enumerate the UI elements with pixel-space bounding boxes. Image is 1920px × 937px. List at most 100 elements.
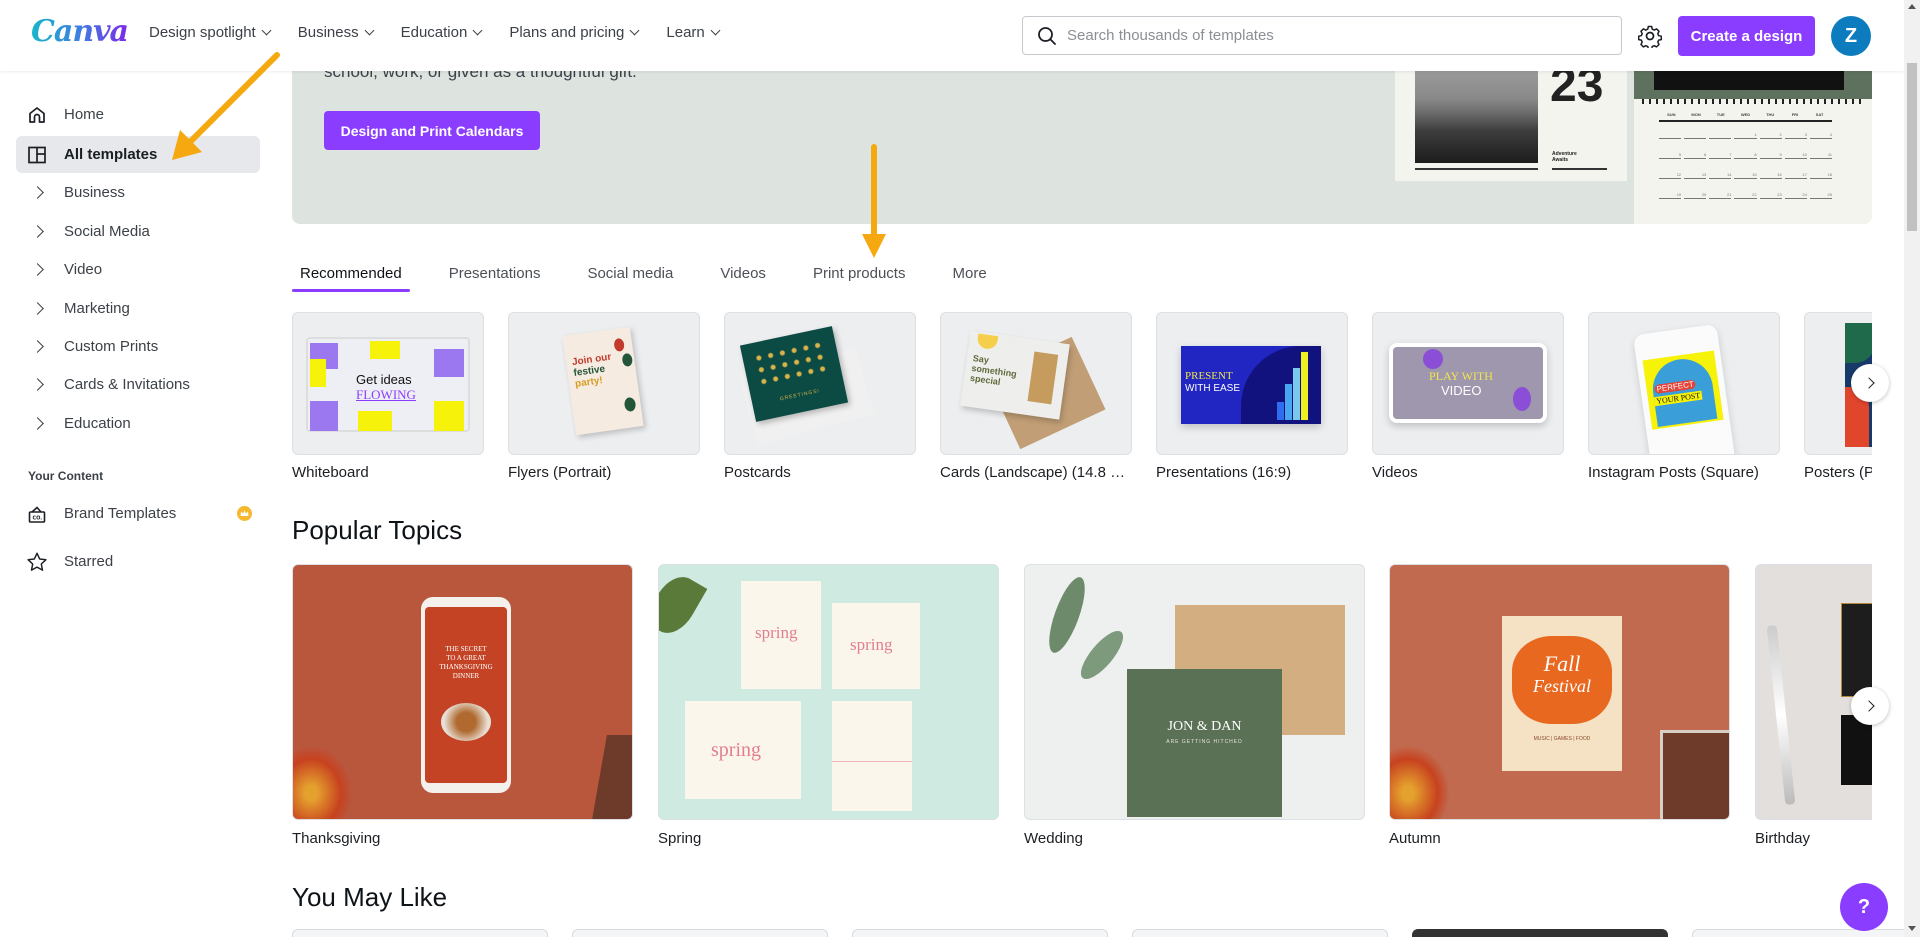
category-label[interactable]: Whiteboard bbox=[292, 464, 484, 481]
scroll-down-arrow-icon[interactable] bbox=[1908, 926, 1916, 931]
tab-presentations[interactable]: Presentations bbox=[441, 264, 549, 292]
tab-more[interactable]: More bbox=[944, 264, 994, 292]
sidebar-item-label: Brand Templates bbox=[64, 505, 177, 522]
topic-thumbnail[interactable]: THE SECRET TO A GREAT THANKSGIVING DINNE… bbox=[292, 564, 633, 820]
sidebar-item-custom-prints[interactable]: Custom Prints bbox=[16, 328, 260, 365]
create-design-button[interactable]: Create a design bbox=[1678, 16, 1815, 56]
nav-business[interactable]: Business bbox=[298, 24, 375, 41]
category-thumbnail[interactable]: PLAY WITH VIDEO bbox=[1372, 312, 1564, 455]
calendar-tagline: Adventure Awaits bbox=[1552, 151, 1577, 163]
sidebar-item-label: Education bbox=[64, 415, 131, 432]
calendar-date: 23 bbox=[1759, 192, 1782, 199]
category-thumbnail[interactable]: Join our festive party! bbox=[508, 312, 700, 455]
category-label[interactable]: Flyers (Portrait) bbox=[508, 464, 700, 481]
category-thumbnail[interactable]: Say something special bbox=[940, 312, 1132, 455]
calendar-date bbox=[1659, 132, 1682, 139]
suggestion-card[interactable] bbox=[1412, 929, 1668, 937]
topic-thumbnail[interactable]: JON & DAN ARE GETTING HITCHED bbox=[1024, 564, 1365, 820]
tab-social-media[interactable]: Social media bbox=[579, 264, 681, 292]
sidebar-item-label: Custom Prints bbox=[64, 338, 159, 355]
suggestion-card[interactable] bbox=[1692, 929, 1920, 937]
category-label[interactable]: Cards (Landscape) (14.8 × ... bbox=[940, 464, 1132, 481]
nav-label: Plans and pricing bbox=[509, 24, 625, 41]
topic-card-wedding[interactable]: JON & DAN ARE GETTING HITCHED Wedding bbox=[1024, 564, 1365, 847]
nav-education[interactable]: Education bbox=[401, 24, 483, 41]
category-card-instagram-posts[interactable]: PERFECT YOUR POST Instagram Posts (Squar… bbox=[1588, 312, 1780, 481]
category-label[interactable]: Videos bbox=[1372, 464, 1564, 481]
chevron-down-icon bbox=[710, 25, 721, 36]
topic-thumbnail[interactable]: spring spring spring bbox=[658, 564, 999, 820]
category-thumbnail[interactable]: Get ideas FLOWING bbox=[292, 312, 484, 455]
suggestion-card[interactable] bbox=[1132, 929, 1388, 937]
category-card-presentations[interactable]: PRESENT WITH EASE Presentations (16:9) bbox=[1156, 312, 1348, 481]
topic-label[interactable]: Thanksgiving bbox=[292, 830, 633, 847]
search-box[interactable] bbox=[1022, 16, 1622, 55]
category-card-flyers-portrait[interactable]: Join our festive party! Flyers (Portrait… bbox=[508, 312, 700, 481]
topic-label[interactable]: Wedding bbox=[1024, 830, 1365, 847]
sidebar-item-starred[interactable]: Starred bbox=[16, 543, 260, 580]
sidebar-item-all-templates[interactable]: All templates bbox=[16, 136, 260, 173]
calendar-date: 22 bbox=[1734, 192, 1757, 199]
spiral-binding bbox=[1642, 99, 1864, 104]
category-label[interactable]: Instagram Posts (Square) bbox=[1588, 464, 1780, 481]
help-button[interactable]: ? bbox=[1840, 883, 1888, 931]
category-thumbnail[interactable]: PRESENT WITH EASE bbox=[1156, 312, 1348, 455]
sidebar-item-education[interactable]: Education bbox=[16, 405, 260, 442]
thumb-text: TO A GREAT bbox=[446, 654, 486, 662]
category-card-cards-landscape[interactable]: Say something special Cards (Landscape) … bbox=[940, 312, 1132, 481]
sidebar-item-label: Business bbox=[64, 184, 125, 201]
suggestion-card[interactable] bbox=[852, 929, 1108, 937]
category-card-postcards[interactable]: GREETINGS! Postcards bbox=[724, 312, 916, 481]
categories-next-button[interactable] bbox=[1851, 364, 1889, 402]
calendar-weekday: TUE bbox=[1716, 112, 1725, 117]
sidebar-item-label: All templates bbox=[64, 146, 158, 163]
suggestion-card[interactable] bbox=[572, 929, 828, 937]
sidebar-item-social-media[interactable]: Social Media bbox=[16, 213, 260, 250]
category-label[interactable]: Postcards bbox=[724, 464, 916, 481]
scroll-up-arrow-icon[interactable] bbox=[1908, 4, 1916, 9]
tab-recommended[interactable]: Recommended bbox=[292, 264, 410, 292]
design-print-calendars-button[interactable]: Design and Print Calendars bbox=[324, 111, 540, 150]
sidebar-item-cards-invitations[interactable]: Cards & Invitations bbox=[16, 366, 260, 403]
topic-thumbnail[interactable]: Fall Festival MUSIC | GAMES | FOOD bbox=[1389, 564, 1730, 820]
topic-label[interactable]: Autumn bbox=[1389, 830, 1730, 847]
category-card-videos[interactable]: PLAY WITH VIDEO Videos bbox=[1372, 312, 1564, 481]
category-label[interactable]: Posters (P bbox=[1804, 464, 1872, 481]
sidebar-item-home[interactable]: Home bbox=[16, 96, 260, 133]
topic-label[interactable]: Birthday bbox=[1755, 830, 1872, 847]
whiteboard-frame: Get ideas FLOWING bbox=[306, 337, 470, 432]
gear-icon[interactable] bbox=[1638, 24, 1662, 48]
thumb-text: JON & DAN bbox=[1167, 719, 1242, 734]
search-input[interactable] bbox=[1067, 27, 1607, 44]
calendar-date: 10 bbox=[1784, 152, 1807, 159]
topic-card-thanksgiving[interactable]: THE SECRET TO A GREAT THANKSGIVING DINNE… bbox=[292, 564, 633, 847]
thumb-text: PLAY WITH bbox=[1429, 369, 1493, 383]
sidebar-item-brand-templates[interactable]: CO. Brand Templates bbox=[16, 495, 260, 532]
topic-card-spring[interactable]: spring spring spring Spring bbox=[658, 564, 999, 847]
topics-next-button[interactable] bbox=[1851, 687, 1889, 725]
page-scrollbar[interactable] bbox=[1904, 0, 1920, 937]
card-mockup: Say something special bbox=[960, 330, 1070, 420]
category-card-whiteboard[interactable]: Get ideas FLOWING Whiteboard bbox=[292, 312, 484, 481]
scrollbar-thumb[interactable] bbox=[1907, 63, 1917, 231]
category-label[interactable]: Presentations (16:9) bbox=[1156, 464, 1348, 481]
category-tabs: Recommended Presentations Social media V… bbox=[292, 264, 1026, 292]
suggestion-card[interactable] bbox=[292, 929, 548, 937]
canva-logo[interactable]: Canva bbox=[31, 14, 129, 49]
nav-plans-pricing[interactable]: Plans and pricing bbox=[509, 24, 640, 41]
tab-print-products[interactable]: Print products bbox=[805, 264, 914, 292]
nav-learn[interactable]: Learn bbox=[666, 24, 721, 41]
sidebar-item-business[interactable]: Business bbox=[16, 174, 260, 211]
category-thumbnail[interactable]: GREETINGS! bbox=[724, 312, 916, 455]
brand-kit-icon: CO. bbox=[26, 503, 48, 525]
nav-design-spotlight[interactable]: Design spotlight bbox=[149, 24, 272, 41]
tab-videos[interactable]: Videos bbox=[712, 264, 774, 292]
topic-label[interactable]: Spring bbox=[658, 830, 999, 847]
calendar-date: 2 bbox=[1759, 132, 1782, 139]
sidebar-item-video[interactable]: Video bbox=[16, 251, 260, 288]
category-thumbnail[interactable]: PERFECT YOUR POST bbox=[1588, 312, 1780, 455]
sidebar-item-marketing[interactable]: Marketing bbox=[16, 290, 260, 327]
topic-thumbnail[interactable] bbox=[1755, 564, 1872, 820]
avatar[interactable]: Z bbox=[1831, 16, 1871, 56]
topic-card-autumn[interactable]: Fall Festival MUSIC | GAMES | FOOD Autum… bbox=[1389, 564, 1730, 847]
